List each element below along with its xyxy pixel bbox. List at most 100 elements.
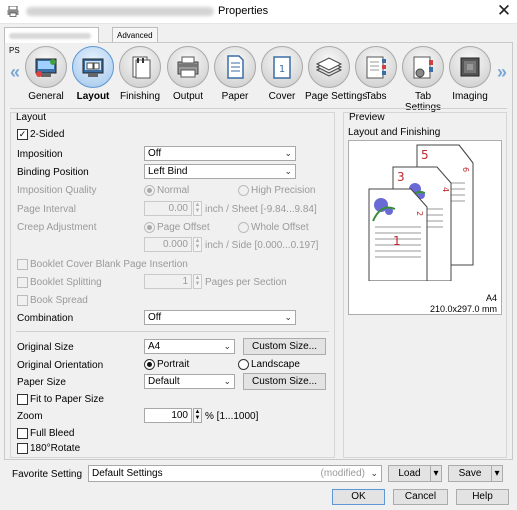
fit-to-paper-checkbox[interactable]	[17, 394, 28, 405]
layout-icon	[72, 46, 114, 88]
page-interval-label: Page Interval	[17, 204, 76, 215]
tabs-icon	[355, 46, 397, 88]
chevron-down-icon: ⌄	[284, 148, 292, 158]
nav-paper-label: Paper	[221, 91, 249, 102]
zoom-label: Zoom	[17, 411, 43, 422]
quality-high-radio[interactable]	[238, 185, 249, 196]
book-spread-checkbox[interactable]	[17, 295, 28, 306]
quality-normal-label: Normal	[157, 185, 190, 196]
booklet-splitting-input[interactable]: 1	[144, 274, 192, 289]
preview-sheet-1-2: 1 2	[368, 188, 428, 282]
full-bleed-label: Full Bleed	[30, 428, 75, 439]
window-title: Properties	[218, 5, 269, 17]
imposition-select[interactable]: Off ⌄	[144, 146, 296, 161]
booklet-splitting-checkbox[interactable]	[17, 277, 28, 288]
nav-output[interactable]: Output	[164, 46, 212, 102]
booklet-cover-label: Booklet Cover Blank Page Insertion	[30, 259, 188, 270]
favorite-setting-value: Default Settings	[92, 468, 163, 479]
booklet-splitting-spinner[interactable]: ▲ ▼	[193, 274, 202, 289]
favorite-setting-select[interactable]: Default Settings (modified) ⌄	[88, 465, 382, 482]
title-bar: Properties ✕	[0, 0, 517, 24]
printer-model-redacted	[9, 32, 91, 39]
original-orientation-label: Original Orientation	[17, 360, 104, 371]
zoom-input[interactable]: 100	[144, 408, 192, 423]
binding-position-select[interactable]: Left Bind ⌄	[144, 164, 296, 179]
portrait-radio[interactable]	[144, 359, 155, 370]
creep-unit: inch / Side [0.000...0.197]	[205, 240, 319, 251]
original-size-value: A4	[148, 341, 161, 352]
page-offset-radio[interactable]	[144, 222, 155, 233]
imposition-label: Imposition	[17, 149, 63, 160]
nav-tab-settings[interactable]: Tab Settings	[399, 46, 447, 113]
finishing-icon	[119, 46, 161, 88]
imposition-value: Off	[148, 148, 162, 159]
chevron-down-icon: ⌄	[223, 376, 231, 386]
nav-tabs[interactable]: Tabs	[352, 46, 400, 102]
imposition-quality-label: Imposition Quality	[17, 185, 97, 196]
creep-adjustment-label: Creep Adjustment	[17, 222, 97, 233]
nav-finishing[interactable]: Finishing	[116, 46, 164, 102]
nav-tab-settings-label: Tab Settings	[405, 91, 441, 113]
cancel-button[interactable]: Cancel	[393, 489, 448, 505]
help-button[interactable]: Help	[456, 489, 509, 505]
nav-finishing-label: Finishing	[119, 91, 161, 102]
layout-divider	[16, 331, 329, 332]
preview-title: Layout and Finishing	[348, 127, 441, 138]
creep-input[interactable]: 0.000	[144, 237, 192, 252]
ok-button[interactable]: OK	[332, 489, 385, 505]
landscape-label: Landscape	[251, 359, 300, 370]
paper-size-label: Paper Size	[17, 377, 66, 388]
booklet-cover-checkbox[interactable]	[17, 259, 28, 270]
nav-imaging-label: Imaging	[452, 91, 488, 102]
page-stack-preview: 5 6 3 4 1 2	[368, 144, 474, 282]
load-dropdown-icon[interactable]: ▾	[430, 465, 442, 482]
full-bleed-checkbox[interactable]	[17, 428, 28, 439]
book-spread-label: Book Spread	[30, 295, 88, 306]
quality-normal-radio[interactable]	[144, 185, 155, 196]
cover-icon: 1	[261, 46, 303, 88]
rotate-label: 180°Rotate	[30, 443, 81, 454]
nav-general[interactable]: General	[22, 46, 70, 102]
paper-icon	[214, 46, 256, 88]
save-button[interactable]: Save	[448, 465, 492, 482]
output-icon	[167, 46, 209, 88]
page-interval-spinner[interactable]: ▲ ▼	[193, 201, 202, 216]
creep-spinner[interactable]: ▲ ▼	[193, 237, 202, 252]
nav-imaging[interactable]: Imaging	[446, 46, 494, 102]
preview-dimensions: 210.0x297.0 mm	[429, 304, 497, 314]
tab-printer[interactable]: PS	[4, 27, 99, 55]
landscape-radio[interactable]	[238, 359, 249, 370]
nav-paper[interactable]: Paper	[211, 46, 259, 102]
favorite-modified: (modified)	[320, 468, 365, 479]
zoom-spinner[interactable]: ▲ ▼	[193, 408, 202, 423]
nav-layout-label: Layout	[76, 91, 110, 102]
original-size-select[interactable]: A4 ⌄	[144, 339, 235, 354]
layout-section-title: Layout	[16, 112, 47, 123]
page-interval-input[interactable]: 0.00	[144, 201, 192, 216]
printer-name-redacted	[26, 7, 214, 16]
combination-select[interactable]: Off ⌄	[144, 310, 296, 325]
binding-position-value: Left Bind	[148, 166, 188, 177]
whole-offset-radio[interactable]	[238, 222, 249, 233]
portrait-label: Portrait	[157, 359, 190, 370]
original-custom-size-button[interactable]: Custom Size...	[243, 338, 326, 355]
save-dropdown-icon[interactable]: ▾	[491, 465, 503, 482]
printer-app-icon	[7, 6, 19, 17]
combination-label: Combination	[17, 313, 74, 324]
chevron-down-icon: ⌄	[223, 341, 231, 351]
fit-to-paper-label: Fit to Paper Size	[30, 394, 104, 405]
nav-page-settings[interactable]: Page Settings	[305, 46, 368, 102]
paper-custom-size-button[interactable]: Custom Size...	[243, 373, 326, 390]
tab-advanced[interactable]: Advanced	[112, 27, 158, 42]
nav-layout[interactable]: Layout	[69, 46, 117, 102]
nav-page-settings-label: Page Settings	[305, 91, 368, 102]
paper-size-select[interactable]: Default ⌄	[144, 374, 235, 389]
rotate-checkbox[interactable]	[17, 443, 28, 454]
load-button[interactable]: Load	[388, 465, 431, 482]
general-icon	[25, 46, 67, 88]
tab-printer-label: PS	[9, 46, 20, 55]
two-sided-checkbox[interactable]: ✓	[17, 129, 28, 140]
close-icon[interactable]: ✕	[494, 1, 514, 21]
nav-cover[interactable]: 1 Cover	[258, 46, 306, 102]
preview-page-number: 2	[415, 211, 424, 216]
